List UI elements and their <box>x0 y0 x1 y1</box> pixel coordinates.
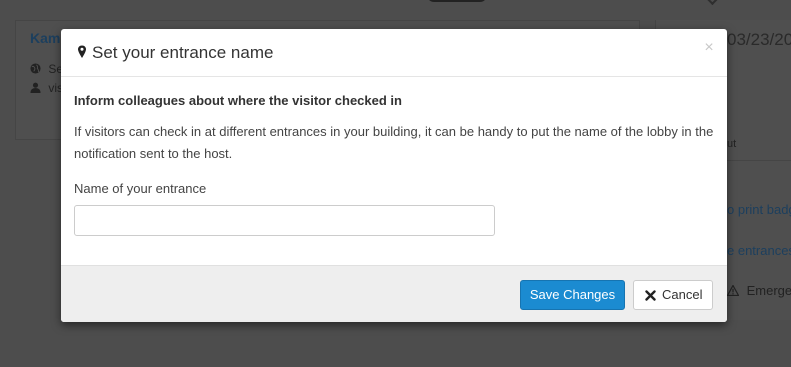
background-card-line-user: vis <box>30 81 63 95</box>
modal-footer: Save Changes Cancel <box>61 265 727 322</box>
user-icon <box>30 82 41 93</box>
background-toggle-pill <box>427 0 487 2</box>
entrance-name-input[interactable] <box>74 205 495 236</box>
cancel-button-label: Cancel <box>662 287 703 302</box>
background-right-item-1: ut <box>727 138 737 150</box>
chevron-down-icon <box>703 0 719 6</box>
save-changes-button[interactable]: Save Changes <box>520 280 625 310</box>
modal-description: If visitors can check in at different en… <box>74 124 714 161</box>
background-card-title: Kam <box>30 30 61 46</box>
close-button[interactable]: × <box>701 39 717 57</box>
close-icon <box>645 290 656 301</box>
background-divider <box>727 160 791 161</box>
background-right-item-4: Emerger <box>746 283 791 298</box>
map-marker-icon <box>78 45 86 58</box>
entrance-name-modal: Set your entrance name × Inform colleagu… <box>61 29 727 322</box>
background-right-item-2: o print badg <box>727 202 791 217</box>
warning-icon <box>726 284 740 297</box>
background-right-item-4-row: Emerger <box>726 283 791 298</box>
modal-title: Set your entrance name <box>92 43 274 62</box>
modal-header: Set your entrance name × <box>61 29 727 77</box>
modal-heading: Inform colleagues about where the visito… <box>74 93 402 108</box>
background-date: 03/23/20 <box>727 30 791 49</box>
globe-icon <box>30 63 41 74</box>
background-right-item-3: e entrances <box>727 243 791 258</box>
modal-body: Inform colleagues about where the visito… <box>74 77 714 265</box>
cancel-button[interactable]: Cancel <box>633 280 713 310</box>
background-card-line-globe: Se <box>30 62 63 76</box>
entrance-name-label: Name of your entrance <box>74 181 207 196</box>
